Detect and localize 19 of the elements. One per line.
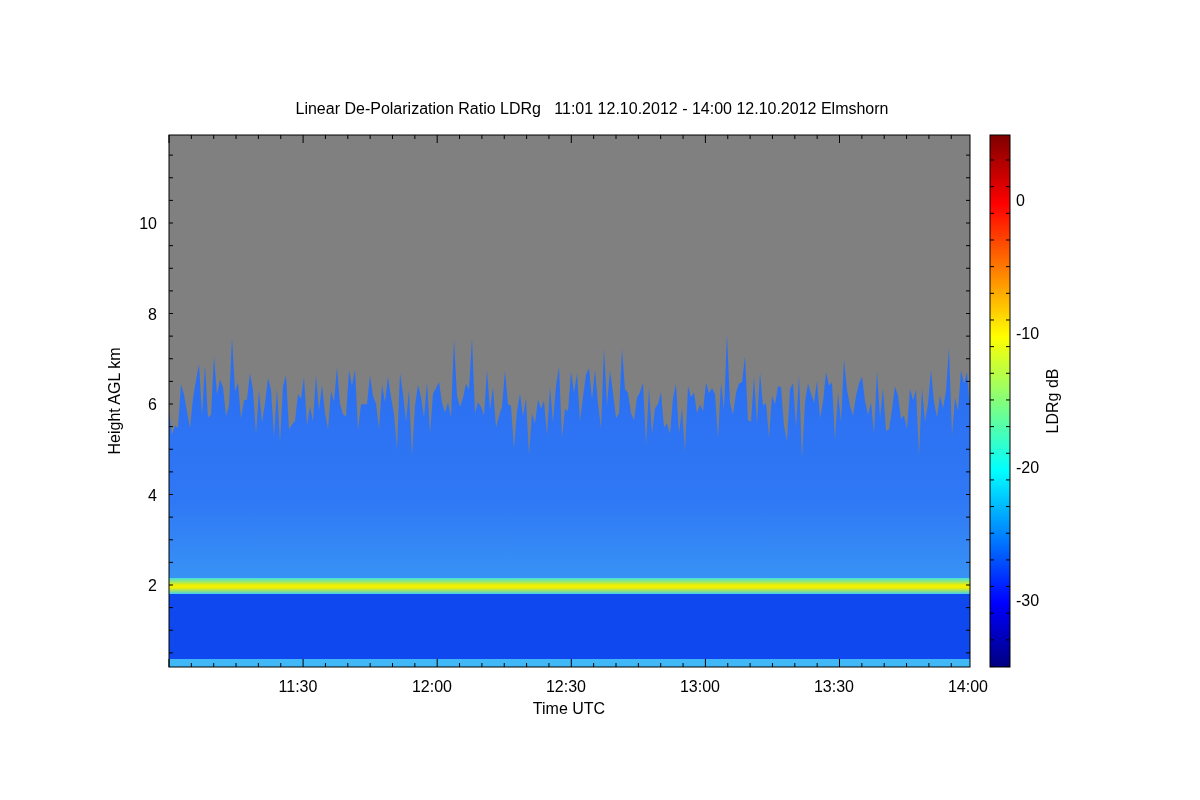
y-tick-label: 10 [139,215,157,232]
colorbar-tick-label: -10 [1016,325,1040,343]
x-tick-label: 13:00 [680,678,720,695]
chart-title: Linear De-Polarization Ratio LDRg 11:01 12.10.2012 - 14:00 12.10.2012 Elmshorn [295,100,889,117]
y-tick-label: 4 [148,486,157,504]
x-tick-label: 14:00 [948,678,988,695]
x-tick-label: 13:30 [814,678,854,695]
x-tick-label: 11:30 [278,678,318,695]
y-tick-label: 6 [148,396,157,413]
x-axis-title: Time UTC [532,700,606,717]
colorbar-title: LDRg dB [1044,368,1061,434]
colorbar-tick-label: -30 [1016,591,1040,609]
colorbar-tick-label: -20 [1016,458,1040,476]
colorbar-tick-label: 0 [1016,192,1025,209]
y-tick-label: 2 [148,577,157,594]
x-tick-label: 12:00 [412,678,452,695]
y-axis-title: Height AGL km [106,347,123,455]
x-tick-label: 12:30 [546,678,586,695]
y-tick-label: 8 [148,305,157,323]
